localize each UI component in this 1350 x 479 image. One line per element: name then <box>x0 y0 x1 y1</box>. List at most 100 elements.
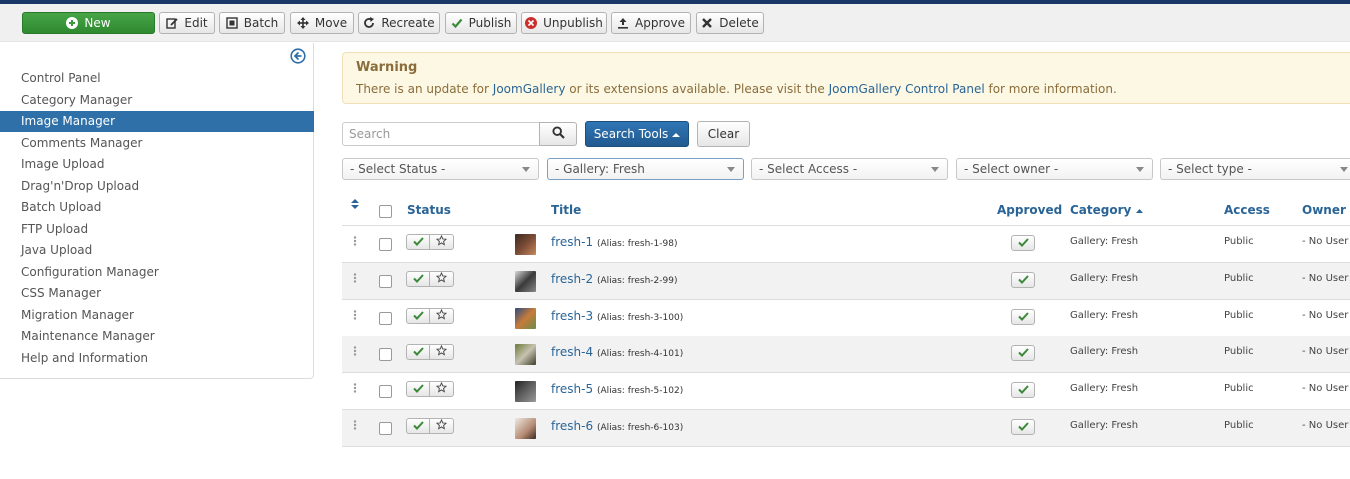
published-toggle[interactable] <box>406 308 430 324</box>
sidebar-item-css-manager[interactable]: CSS Manager <box>0 283 314 304</box>
drag-handle-icon[interactable] <box>353 419 357 433</box>
warning-text-part: There is an update for <box>356 82 493 96</box>
published-toggle[interactable] <box>406 271 430 287</box>
image-title-link[interactable]: fresh-5 <box>551 382 593 396</box>
joomgallery-link[interactable]: JoomGallery <box>493 82 566 96</box>
ordering-sort-icon[interactable] <box>351 198 359 213</box>
sidebar-item-ftp-upload[interactable]: FTP Upload <box>0 219 314 240</box>
approved-toggle[interactable] <box>1011 382 1035 398</box>
plus-circle-icon <box>66 17 79 29</box>
approved-toggle[interactable] <box>1011 235 1035 251</box>
sidebar-item-image-manager[interactable]: Image Manager <box>0 111 314 132</box>
drag-handle-icon[interactable] <box>353 235 357 249</box>
access-filter[interactable]: - Select Access - <box>751 158 948 180</box>
warning-heading: Warning <box>356 60 418 75</box>
published-toggle[interactable] <box>406 418 430 434</box>
image-title-link[interactable]: fresh-6 <box>551 419 593 433</box>
sidebar-item-configuration-manager[interactable]: Configuration Manager <box>0 262 314 283</box>
owner-filter[interactable]: - Select owner - <box>956 158 1153 180</box>
move-button[interactable]: Move <box>290 12 354 34</box>
access-cell: Public <box>1224 383 1254 394</box>
new-button[interactable]: New <box>22 12 155 34</box>
title-column-header[interactable]: Title <box>551 203 581 217</box>
approved-toggle[interactable] <box>1011 419 1035 435</box>
edit-icon <box>166 17 179 29</box>
access-column-header[interactable]: Access <box>1224 203 1270 217</box>
publish-button[interactable]: Publish <box>445 12 517 34</box>
collapse-sidebar-icon[interactable] <box>290 48 306 67</box>
sidebar-item-control-panel[interactable]: Control Panel <box>0 68 314 89</box>
published-toggle[interactable] <box>406 381 430 397</box>
status-toggle-group <box>406 271 454 287</box>
approved-column-header[interactable]: Approved <box>997 203 1062 217</box>
sidebar-item-comments-manager[interactable]: Comments Manager <box>0 133 314 154</box>
control-panel-link[interactable]: JoomGallery Control Panel <box>829 82 985 96</box>
featured-toggle[interactable] <box>430 308 454 324</box>
row-checkbox[interactable] <box>379 275 392 288</box>
edit-button-label: Edit <box>184 16 208 30</box>
image-thumbnail[interactable] <box>515 308 536 329</box>
image-alias: (Alias: fresh-4-101) <box>596 349 684 359</box>
image-title-link[interactable]: fresh-2 <box>551 272 593 286</box>
status-column-header[interactable]: Status <box>407 203 451 217</box>
edit-button[interactable]: Edit <box>159 12 215 34</box>
sidebar-item-help-and-information[interactable]: Help and Information <box>0 348 314 369</box>
sidebar-item-migration-manager[interactable]: Migration Manager <box>0 305 314 326</box>
featured-toggle[interactable] <box>430 344 454 360</box>
search-button[interactable] <box>539 122 577 146</box>
drag-handle-icon[interactable] <box>353 382 357 396</box>
star-icon <box>435 271 448 286</box>
featured-toggle[interactable] <box>430 271 454 287</box>
sidebar-item-image-upload[interactable]: Image Upload <box>0 154 314 175</box>
delete-button[interactable]: Delete <box>696 12 764 34</box>
image-thumbnail[interactable] <box>515 381 536 402</box>
image-thumbnail[interactable] <box>515 234 536 255</box>
drag-handle-icon[interactable] <box>353 272 357 286</box>
approved-toggle[interactable] <box>1011 309 1035 325</box>
row-checkbox[interactable] <box>379 385 392 398</box>
published-toggle[interactable] <box>406 234 430 250</box>
featured-toggle[interactable] <box>430 418 454 434</box>
row-checkbox[interactable] <box>379 312 392 325</box>
status-toggle-group <box>406 234 454 250</box>
approved-toggle[interactable] <box>1011 345 1035 361</box>
sidebar-item-batch-upload[interactable]: Batch Upload <box>0 197 314 218</box>
row-checkbox[interactable] <box>379 238 392 251</box>
chevron-down-icon <box>1136 167 1144 172</box>
type-filter[interactable]: - Select type - <box>1160 158 1350 180</box>
recreate-button[interactable]: Recreate <box>358 12 440 34</box>
sidebar-item-java-upload[interactable]: Java Upload <box>0 240 314 261</box>
search-tools-button[interactable]: Search Tools <box>585 121 689 147</box>
sidebar-item-maintenance-manager[interactable]: Maintenance Manager <box>0 326 314 347</box>
sidebar-item-category-manager[interactable]: Category Manager <box>0 90 314 111</box>
row-checkbox[interactable] <box>379 422 392 435</box>
search-input[interactable] <box>342 122 540 146</box>
image-title-link[interactable]: fresh-1 <box>551 235 593 249</box>
title-cell: fresh-6 (Alias: fresh-6-103) <box>551 419 683 433</box>
clear-button[interactable]: Clear <box>697 121 750 147</box>
featured-toggle[interactable] <box>430 234 454 250</box>
table-row: fresh-2 (Alias: fresh-2-99) Gallery: Fres… <box>342 263 1350 300</box>
approve-button[interactable]: Approve <box>611 12 691 34</box>
drag-handle-icon[interactable] <box>353 309 357 323</box>
batch-button[interactable]: Batch <box>219 12 285 34</box>
access-cell: Public <box>1224 310 1254 321</box>
sidebar-item-dragndrop-upload[interactable]: Drag'n'Drop Upload <box>0 176 314 197</box>
check-icon <box>451 17 463 29</box>
gallery-filter[interactable]: - Gallery: Fresh <box>547 158 744 180</box>
drag-handle-icon[interactable] <box>353 345 357 359</box>
select-all-checkbox[interactable] <box>379 205 392 218</box>
image-thumbnail[interactable] <box>515 271 536 292</box>
category-column-header[interactable]: Category <box>1070 203 1143 217</box>
featured-toggle[interactable] <box>430 381 454 397</box>
approved-toggle[interactable] <box>1011 272 1035 288</box>
image-thumbnail[interactable] <box>515 344 536 365</box>
image-title-link[interactable]: fresh-4 <box>551 345 593 359</box>
image-thumbnail[interactable] <box>515 418 536 439</box>
row-checkbox[interactable] <box>379 348 392 361</box>
owner-column-header[interactable]: Owner <box>1302 203 1346 217</box>
unpublish-button[interactable]: Unpublish <box>521 12 607 34</box>
status-filter[interactable]: - Select Status - <box>342 158 539 180</box>
image-title-link[interactable]: fresh-3 <box>551 309 593 323</box>
published-toggle[interactable] <box>406 344 430 360</box>
